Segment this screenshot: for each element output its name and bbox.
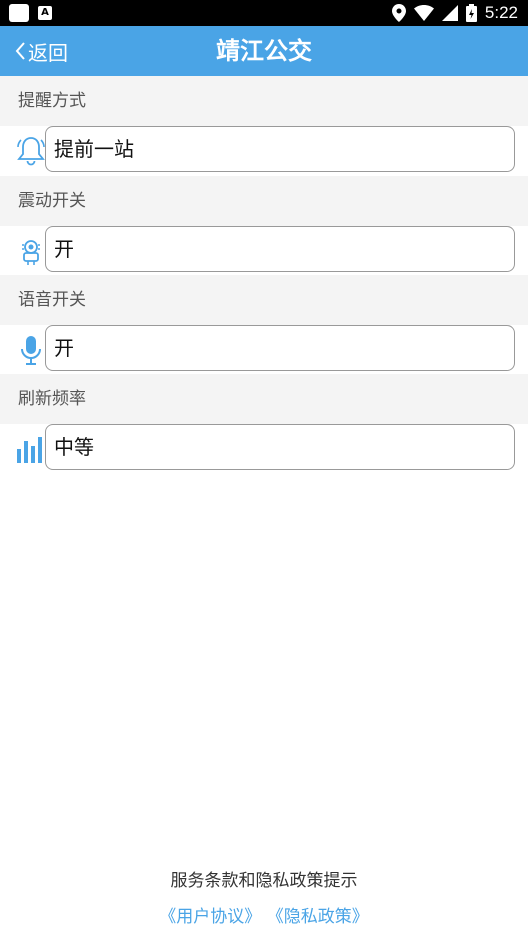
app-header: 返回 靖江公交 [0,26,528,76]
setting-row-voice: 开 [0,325,528,375]
user-agreement-link[interactable]: 《用户协议》 [159,907,261,927]
section-label-vibration: 震动开关 [0,176,528,226]
section-label-voice: 语音开关 [0,275,528,325]
setting-row-vibration: 开 [0,226,528,276]
battery-icon [465,4,477,22]
wifi-icon [413,5,434,21]
status-time: 5:22 [484,3,518,22]
status-bar: A 5:22 [0,0,528,26]
policy-links: 《用户协议》 《隐私政策》 [0,902,528,927]
location-icon [391,4,406,22]
notification-icon [9,4,29,22]
voice-switch-field[interactable]: 开 [45,325,515,371]
microphone-icon [21,336,41,365]
back-label: 返回 [28,40,68,65]
cell-signal-icon [441,5,458,21]
privacy-policy-link[interactable]: 《隐私政策》 [267,907,369,927]
vibration-switch-field[interactable]: 开 [45,226,515,272]
chevron-left-icon [15,42,25,60]
refresh-rate-field[interactable]: 中等 [45,424,515,470]
section-label-refresh: 刷新频率 [0,374,528,424]
page-title: 靖江公交 [216,37,312,65]
section-label-reminder: 提醒方式 [0,76,528,126]
back-button[interactable]: 返回 [14,26,68,76]
setting-row-reminder: 提前一站 [0,126,528,176]
reminder-mode-field[interactable]: 提前一站 [45,126,515,172]
bar-chart-icon [17,437,42,463]
setting-row-refresh: 中等 [0,424,528,474]
bell-icon [17,137,45,166]
vibration-icon [22,240,40,265]
notification-badge-icon: A [38,6,52,20]
terms-notice[interactable]: 服务条款和隐私政策提示 [0,866,528,891]
